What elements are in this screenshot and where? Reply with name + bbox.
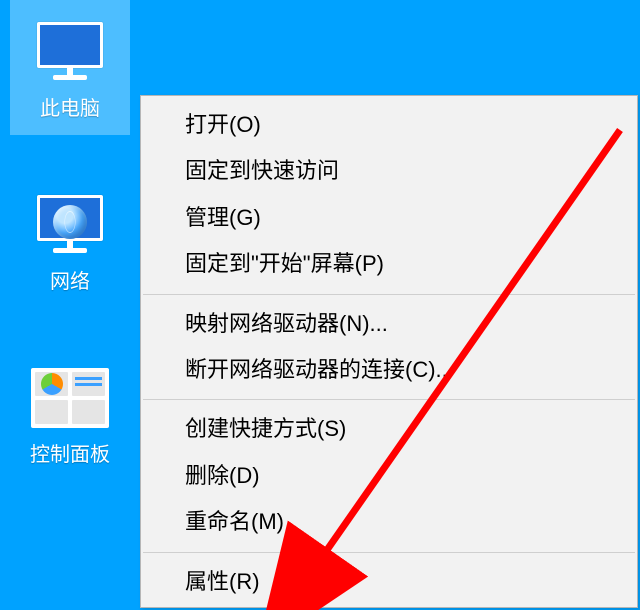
desktop-icon-label: 此电脑 xyxy=(10,92,130,135)
desktop-icon-network[interactable]: 网络 xyxy=(10,135,130,308)
menu-separator xyxy=(143,294,635,295)
menu-item-open[interactable]: 打开(O) xyxy=(141,102,637,148)
menu-item-properties[interactable]: 属性(R) xyxy=(141,559,637,605)
menu-item-create-shortcut[interactable]: 创建快捷方式(S) xyxy=(141,406,637,452)
menu-separator xyxy=(143,552,635,553)
network-icon xyxy=(30,195,110,259)
desktop-icons: 此电脑 网络 控制面板 xyxy=(0,0,140,481)
desktop-icon-this-pc[interactable]: 此电脑 xyxy=(10,0,130,135)
menu-item-manage[interactable]: 管理(G) xyxy=(141,195,637,241)
context-menu: 打开(O) 固定到快速访问 管理(G) 固定到"开始"屏幕(P) 映射网络驱动器… xyxy=(140,95,638,608)
control-panel-icon xyxy=(30,368,110,432)
menu-item-delete[interactable]: 删除(D) xyxy=(141,453,637,499)
desktop-icon-label: 控制面板 xyxy=(10,438,130,481)
menu-item-pin-start[interactable]: 固定到"开始"屏幕(P) xyxy=(141,241,637,287)
menu-item-disconnect-network-drive[interactable]: 断开网络驱动器的连接(C)... xyxy=(141,347,637,393)
desktop-icon-control-panel[interactable]: 控制面板 xyxy=(10,308,130,481)
desktop-icon-label: 网络 xyxy=(10,265,130,308)
menu-separator xyxy=(143,399,635,400)
menu-item-map-network-drive[interactable]: 映射网络驱动器(N)... xyxy=(141,301,637,347)
menu-item-rename[interactable]: 重命名(M) xyxy=(141,499,637,545)
computer-icon xyxy=(30,22,110,86)
menu-item-pin-quick-access[interactable]: 固定到快速访问 xyxy=(141,148,637,194)
